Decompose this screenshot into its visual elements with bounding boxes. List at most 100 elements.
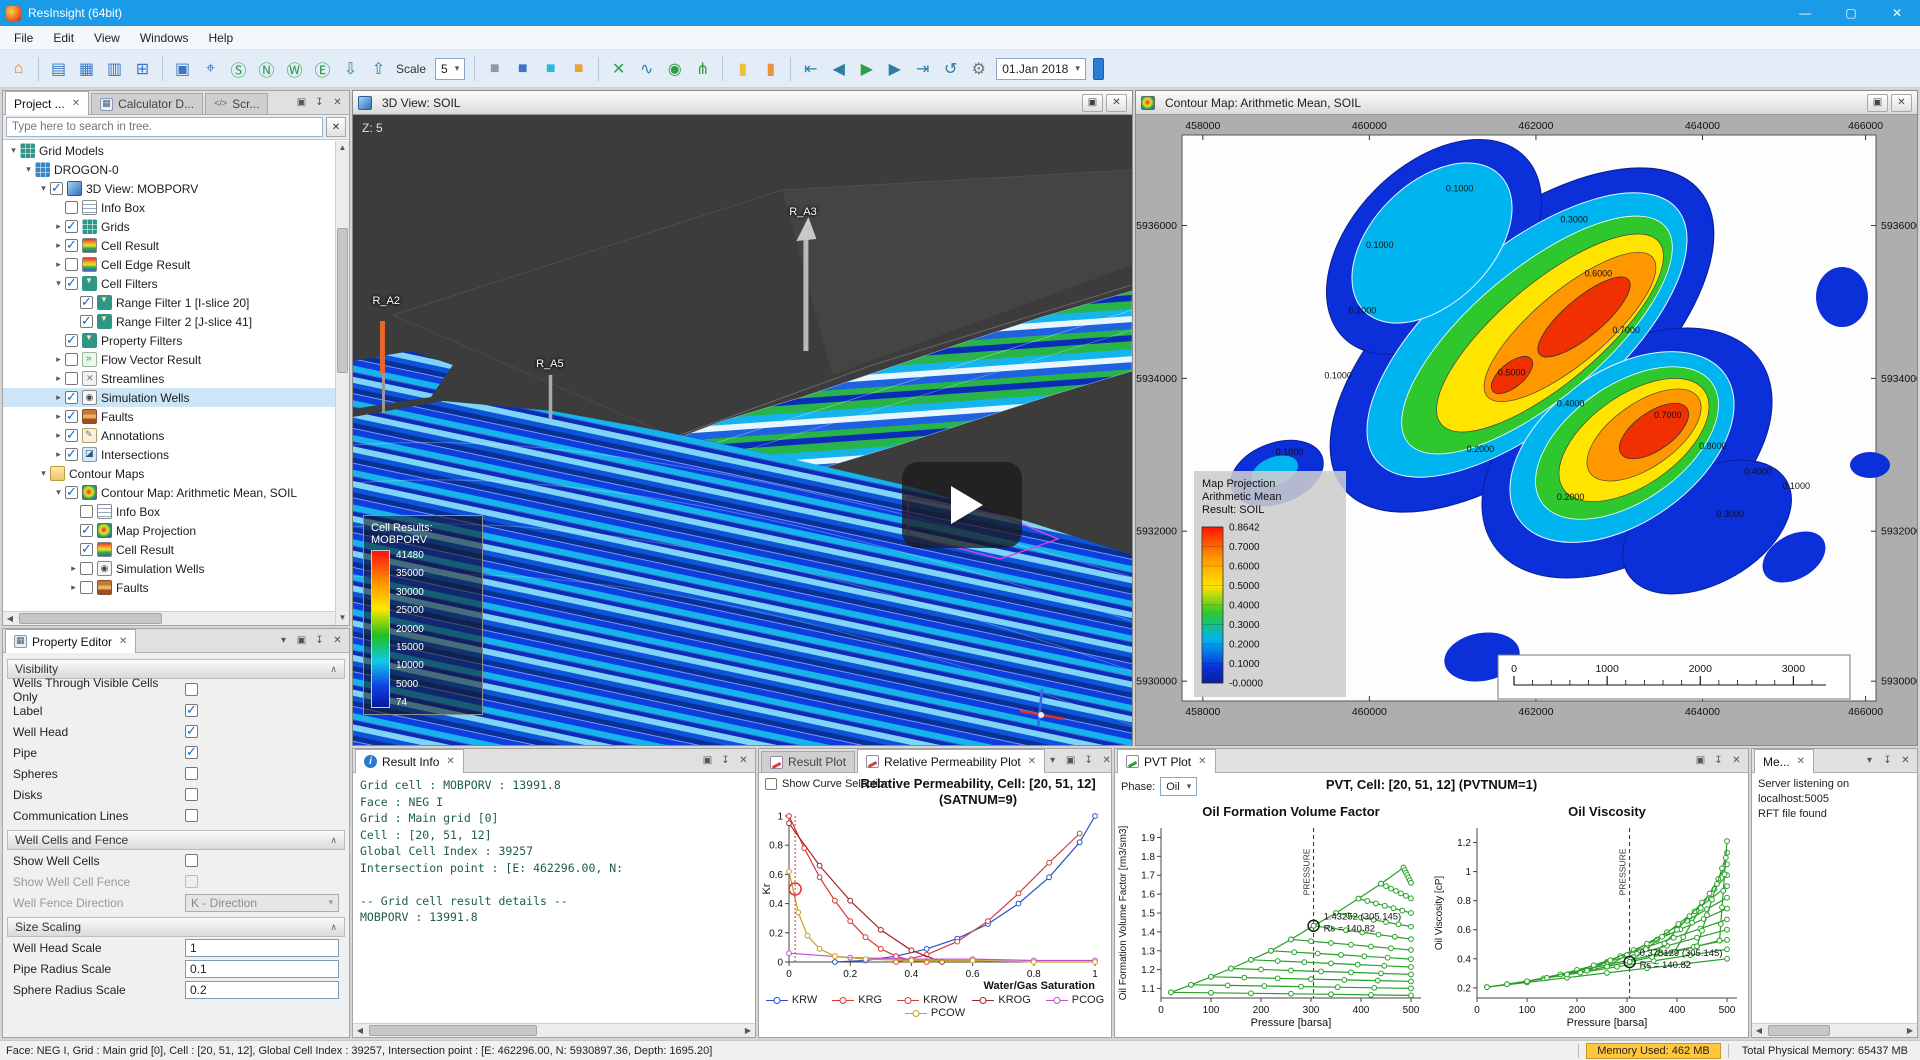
close-icon[interactable]: ✕ <box>1891 94 1912 112</box>
pin-icon[interactable]: ↧ <box>1880 753 1895 768</box>
contour-map-header[interactable]: Contour Map: Arithmetic Mean, SOIL ▣ ✕ <box>1136 91 1917 115</box>
checkbox-wells-through-visible-cells-only[interactable] <box>185 683 198 696</box>
tree-checkbox[interactable] <box>65 410 78 423</box>
close-icon[interactable]: ✕ <box>330 633 345 648</box>
tree-checkbox[interactable] <box>65 486 78 499</box>
show-curve-selection-checkbox[interactable] <box>765 778 777 790</box>
legend-item-pcow[interactable]: PCOW <box>905 1007 965 1019</box>
result-info-scrollbar[interactable]: ◀▶ <box>353 1023 755 1037</box>
tree-item-annotations[interactable]: ▸Annotations <box>3 426 349 445</box>
tree-item-range-filter-2-j-slice-41[interactable]: Range Filter 2 [J-slice 41] <box>3 312 349 331</box>
cube-blue-icon[interactable]: ■ <box>509 55 536 82</box>
checkbox-pipe[interactable] <box>185 746 198 759</box>
expander-closed-icon[interactable]: ▸ <box>52 240 65 251</box>
view-up-icon[interactable]: ⇧ <box>365 55 392 82</box>
menu-view[interactable]: View <box>84 28 130 48</box>
close-button[interactable]: ✕ <box>1874 0 1920 26</box>
legend-yellow-icon[interactable]: ▮ <box>729 55 756 82</box>
tree-item-intersections[interactable]: ▸Intersections <box>3 445 349 464</box>
tree-item-faults[interactable]: ▸Faults <box>3 578 349 597</box>
chevron-down-icon[interactable]: ▾ <box>276 633 291 648</box>
close-icon[interactable]: ✕ <box>1106 94 1127 112</box>
legend-item-krw[interactable]: KRW <box>766 994 817 1006</box>
plot-main-window-icon[interactable]: ▤ <box>45 55 72 82</box>
chevron-down-icon[interactable]: ▾ <box>1045 753 1060 768</box>
video-play-overlay[interactable] <box>902 462 1022 548</box>
tree-checkbox[interactable] <box>80 581 93 594</box>
tab-close-icon[interactable]: ✕ <box>446 756 454 767</box>
tree-checkbox[interactable] <box>80 524 93 537</box>
pin-icon[interactable]: ↧ <box>312 633 327 648</box>
close-icon[interactable]: ✕ <box>1729 753 1744 768</box>
tree-checkbox[interactable] <box>65 429 78 442</box>
tree-item-contour-map-arithmetic-mean-soil[interactable]: ▾Contour Map: Arithmetic Mean, SOIL <box>3 483 349 502</box>
search-clear-button[interactable]: ✕ <box>326 117 346 137</box>
view-west-icon[interactable]: Ⓦ <box>281 55 308 82</box>
tab-calculator[interactable]: Calculator D... <box>91 93 203 114</box>
tree-item-drogon-0[interactable]: ▾DROGON-0 <box>3 160 349 179</box>
anim-settings-icon[interactable]: ⚙ <box>965 55 992 82</box>
fishbones-icon[interactable]: ⋔ <box>689 55 716 82</box>
tree-item-simulation-wells[interactable]: ▸Simulation Wells <box>3 559 349 578</box>
expander-open-icon[interactable]: ▾ <box>37 183 50 194</box>
close-icon[interactable]: ✕ <box>1099 753 1112 768</box>
expander-closed-icon[interactable]: ▸ <box>52 259 65 270</box>
minimize-button[interactable]: — <box>1782 0 1828 26</box>
legend-item-krow[interactable]: KROW <box>897 994 957 1006</box>
expander-closed-icon[interactable]: ▸ <box>52 449 65 460</box>
restore-icon[interactable]: ▣ <box>1082 94 1103 112</box>
tree-checkbox[interactable] <box>65 334 78 347</box>
anim-step-forward-icon[interactable]: ▶ <box>881 55 908 82</box>
restore-icon[interactable]: ▣ <box>1867 94 1888 112</box>
tree-checkbox[interactable] <box>80 315 93 328</box>
maximize-button[interactable]: ▢ <box>1828 0 1874 26</box>
view-north-icon[interactable]: Ⓝ <box>253 55 280 82</box>
float-icon[interactable]: ▣ <box>1063 753 1078 768</box>
input-sphere-radius-scale[interactable]: 0.2 <box>185 981 339 999</box>
checkbox-show-well-cell-fence[interactable] <box>185 875 198 888</box>
tree-checkbox[interactable] <box>80 505 93 518</box>
view-south-icon[interactable]: Ⓢ <box>225 55 252 82</box>
tree-item-cell-result[interactable]: Cell Result <box>3 540 349 559</box>
sim-wells-icon[interactable]: ✕ <box>605 55 632 82</box>
tab-close-icon[interactable]: ✕ <box>1198 756 1206 767</box>
tree-checkbox[interactable] <box>65 391 78 404</box>
tree-checkbox[interactable] <box>80 543 93 556</box>
timestep-combo[interactable]: 01.Jan 2018▾ <box>996 58 1086 80</box>
tab-relperm-plot[interactable]: Relative Permeability Plot✕ <box>857 749 1045 773</box>
pin-icon[interactable]: ↧ <box>718 753 733 768</box>
legend-item-pcog[interactable]: PCOG <box>1046 994 1104 1006</box>
expander-open-icon[interactable]: ▾ <box>22 164 35 175</box>
cube-gray-icon[interactable]: ■ <box>481 55 508 82</box>
legend-item-krog[interactable]: KROG <box>972 994 1030 1006</box>
pin-icon[interactable]: ↧ <box>1711 753 1726 768</box>
expander-closed-icon[interactable]: ▸ <box>52 430 65 441</box>
expander-closed-icon[interactable]: ▸ <box>52 392 65 403</box>
anim-skip-end-icon[interactable]: ⇥ <box>909 55 936 82</box>
anim-skip-start-icon[interactable]: ⇤ <box>797 55 824 82</box>
select-well-fence-direction[interactable]: K - Direction▾ <box>185 894 339 912</box>
tree-checkbox[interactable] <box>65 448 78 461</box>
show-curve-selection[interactable]: Show Curve Selection <box>765 778 890 790</box>
close-icon[interactable]: ✕ <box>736 753 751 768</box>
float-icon[interactable]: ▣ <box>294 633 309 648</box>
pin-icon[interactable]: ↧ <box>312 95 327 110</box>
expander-open-icon[interactable]: ▾ <box>7 145 20 156</box>
tree-item-simulation-wells[interactable]: ▸Simulation Wells <box>3 388 349 407</box>
open-project-icon[interactable]: ⌂ <box>5 55 32 82</box>
tree-item-property-filters[interactable]: Property Filters <box>3 331 349 350</box>
menu-file[interactable]: File <box>4 28 43 48</box>
view-window-icon[interactable]: ▦ <box>73 55 100 82</box>
tree-item-faults[interactable]: ▸Faults <box>3 407 349 426</box>
tree-checkbox[interactable] <box>65 201 78 214</box>
anim-step-back-icon[interactable]: ◀ <box>825 55 852 82</box>
tree-item-info-box[interactable]: Info Box <box>3 502 349 521</box>
input-pipe-radius-scale[interactable]: 0.1 <box>185 960 339 978</box>
expander-closed-icon[interactable]: ▸ <box>52 411 65 422</box>
tab-pvt-plot[interactable]: PVT Plot✕ <box>1117 749 1216 773</box>
tree-checkbox[interactable] <box>65 258 78 271</box>
tree-checkbox[interactable] <box>65 353 78 366</box>
tree-checkbox[interactable] <box>80 562 93 575</box>
tree-search-input[interactable] <box>6 117 323 137</box>
tree-checkbox[interactable] <box>65 239 78 252</box>
